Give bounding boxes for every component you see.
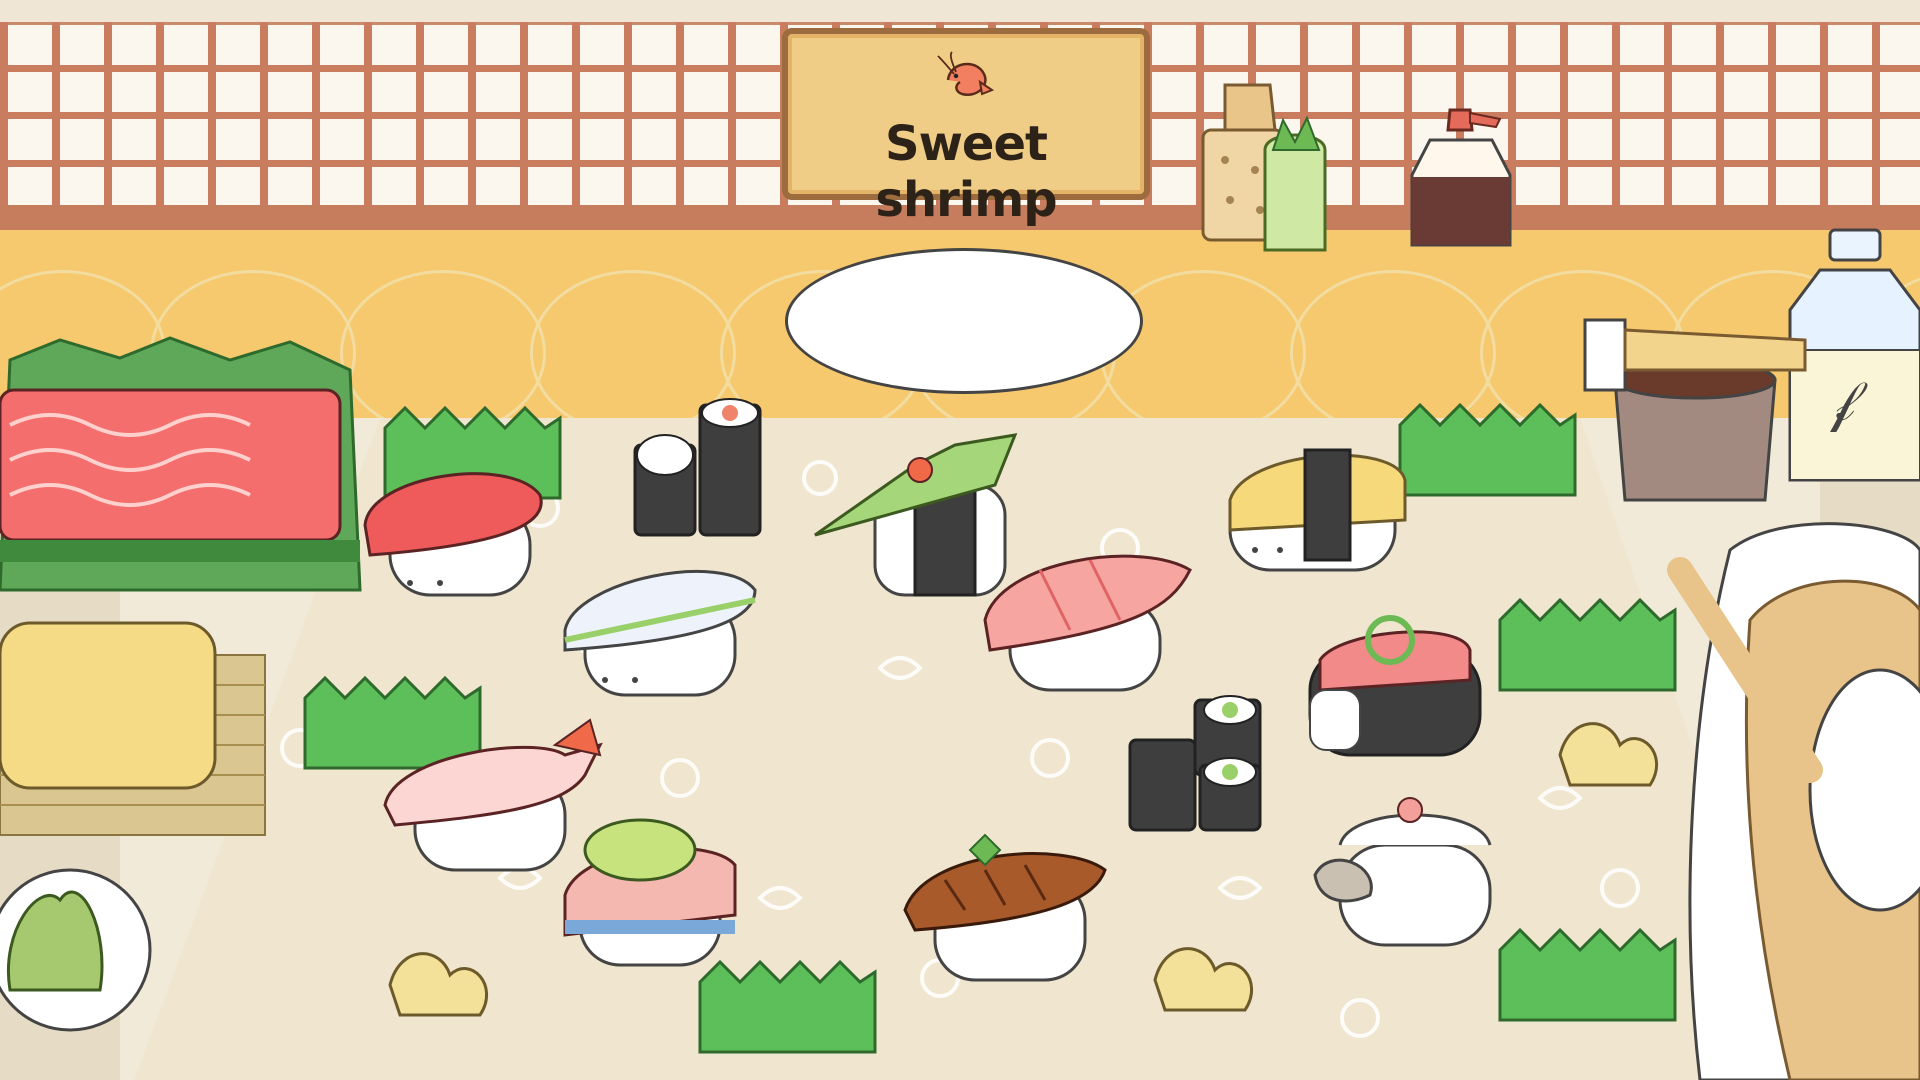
wall-beam-top — [0, 0, 1920, 25]
gari-ginger[interactable] — [1550, 715, 1670, 795]
sauce-brush[interactable] — [1583, 318, 1627, 392]
soy-sauce-bottle[interactable] — [1400, 105, 1520, 250]
grater[interactable] — [1195, 70, 1365, 252]
wood-grain — [1290, 270, 1496, 420]
game-scene: Sweet shrimp 𝒻 — [0, 0, 1920, 1080]
scallop-nigiri[interactable] — [1310, 785, 1500, 955]
toro-nigiri[interactable] — [980, 540, 1195, 700]
kappa-maki[interactable] — [1125, 690, 1275, 835]
tuna-nigiri[interactable] — [360, 455, 560, 615]
tamago-nigiri[interactable] — [1225, 440, 1410, 580]
baran-leaf[interactable] — [698, 959, 877, 1057]
order-title: Sweet shrimp — [875, 116, 1057, 228]
order-sign: Sweet shrimp — [782, 28, 1150, 228]
baran-leaf[interactable] — [1498, 927, 1677, 1025]
eel-nigiri[interactable] — [903, 810, 1110, 990]
gari-ginger[interactable] — [1145, 940, 1265, 1020]
tamago-block[interactable] — [0, 615, 270, 845]
tuna-block[interactable] — [0, 330, 370, 630]
serving-plate[interactable] — [785, 248, 1143, 394]
negitoro-gunkan[interactable] — [1300, 600, 1485, 765]
rice-tub[interactable] — [1660, 510, 1920, 1080]
wood-grain — [340, 270, 546, 420]
wood-grain — [1100, 270, 1306, 420]
cucumber-roll[interactable] — [630, 395, 770, 540]
wasabi-dish[interactable] — [0, 850, 160, 1032]
shrimp-icon — [937, 51, 995, 97]
baran-leaf[interactable] — [1398, 402, 1577, 500]
gari-ginger[interactable] — [380, 945, 500, 1025]
lime-fish-nigiri[interactable] — [560, 805, 740, 975]
sauce-pot[interactable] — [1575, 300, 1815, 520]
flounder-nigiri[interactable] — [555, 540, 765, 710]
baran-leaf[interactable] — [1498, 597, 1677, 695]
